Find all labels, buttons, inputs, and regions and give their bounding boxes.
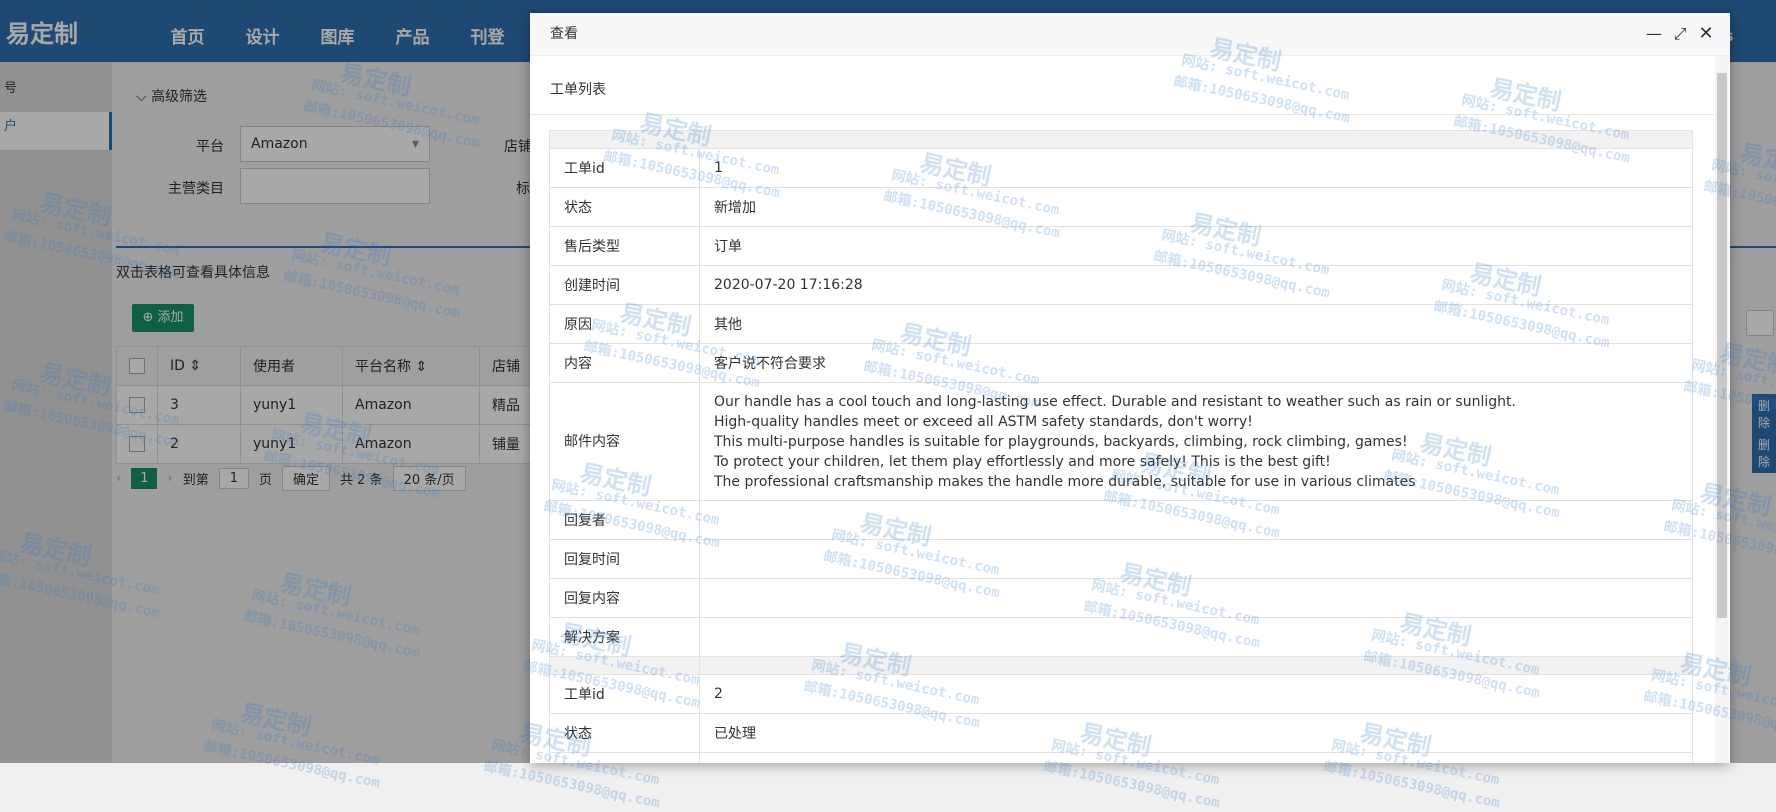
minimize-icon[interactable]: —: [1644, 24, 1664, 44]
field-value: 已处理: [699, 713, 1693, 753]
record-separator: [549, 130, 1693, 149]
detail-row: 状态 已处理: [549, 713, 1693, 753]
field-value: 1: [699, 148, 1693, 188]
field-value: [699, 578, 1693, 618]
field-label: 状态: [549, 187, 700, 227]
field-value: 新增加: [699, 187, 1693, 227]
field-value: 其他: [699, 304, 1693, 344]
mail-line: Our handle has a cool touch and long-las…: [714, 393, 1516, 410]
work-order-table: 工单id 1 状态 新增加 售后类型 订单 创建时间 2020-07-20 17:16:…: [549, 130, 1693, 763]
mail-line: This multi-purpose handles is suitable f…: [714, 433, 1408, 450]
close-icon[interactable]: ✕: [1696, 24, 1716, 44]
field-label: 内容: [549, 343, 700, 383]
detail-row: [549, 752, 1693, 763]
mail-content: Our handle has a cool touch and long-las…: [699, 382, 1693, 501]
field-value: 2020-07-20 17:16:28: [699, 265, 1693, 305]
field-label: 售后类型: [549, 226, 700, 266]
mail-line: The professional craftsmanship makes the…: [714, 473, 1416, 490]
section-divider: [530, 114, 1714, 115]
field-label: 回复者: [549, 500, 700, 540]
detail-row: 售后类型 订单: [549, 226, 1693, 266]
watermark-text: 邮箱:1050653098@qq.com: [1322, 758, 1502, 812]
detail-row: 回复者: [549, 500, 1693, 540]
detail-row: 内容 客户说不符合要求: [549, 343, 1693, 383]
field-value: 订单: [699, 226, 1693, 266]
field-label: 原因: [549, 304, 700, 344]
field-label: 工单id: [549, 148, 700, 188]
field-label: 创建时间: [549, 265, 700, 305]
dialog-header[interactable]: 查看 — ⤢ ✕: [530, 13, 1730, 56]
field-value: [699, 539, 1693, 579]
field-label: 邮件内容: [549, 382, 700, 501]
detail-row: 状态 新增加: [549, 187, 1693, 227]
detail-row: 创建时间 2020-07-20 17:16:28: [549, 265, 1693, 305]
field-value: [699, 500, 1693, 540]
detail-row: 回复时间: [549, 539, 1693, 579]
field-label: 回复时间: [549, 539, 700, 579]
watermark-text: 邮箱:1050653098@qq.com: [482, 758, 662, 812]
field-label: 回复内容: [549, 578, 700, 618]
field-label: 工单id: [549, 674, 700, 714]
maximize-icon[interactable]: ⤢: [1670, 24, 1690, 44]
detail-row: 回复内容: [549, 578, 1693, 618]
watermark-text: 邮箱:1050653098@qq.com: [1042, 758, 1222, 812]
section-title: 工单列表: [550, 82, 606, 98]
field-value: 2: [699, 674, 1693, 714]
mail-line: High-quality handles meet or exceed all …: [714, 413, 1253, 430]
detail-row: 工单id 2: [549, 674, 1693, 714]
field-label: 状态: [549, 713, 700, 753]
mail-line: To protect your children, let them play …: [714, 453, 1331, 470]
record-separator: [549, 656, 1693, 675]
detail-row: 邮件内容 Our handle has a cool touch and lon…: [549, 382, 1693, 501]
scrollbar-thumb[interactable]: [1717, 73, 1727, 618]
field-value: 客户说不符合要求: [699, 343, 1693, 383]
detail-row: 工单id 1: [549, 148, 1693, 188]
field-value: [699, 617, 1693, 657]
dialog-title: 查看: [550, 26, 578, 42]
detail-row: 原因 其他: [549, 304, 1693, 344]
field-label: 解决方案: [549, 617, 700, 657]
detail-row: 解决方案: [549, 617, 1693, 657]
dialog-body: 工单列表 工单id 1 状态 新增加 售后类型 订单 创建时间 2020-07-20 1…: [530, 56, 1714, 763]
view-dialog: 查看 — ⤢ ✕ 工单列表 工单id 1 状态 新增加 售后类型 订单 创建时间 202…: [530, 13, 1730, 763]
